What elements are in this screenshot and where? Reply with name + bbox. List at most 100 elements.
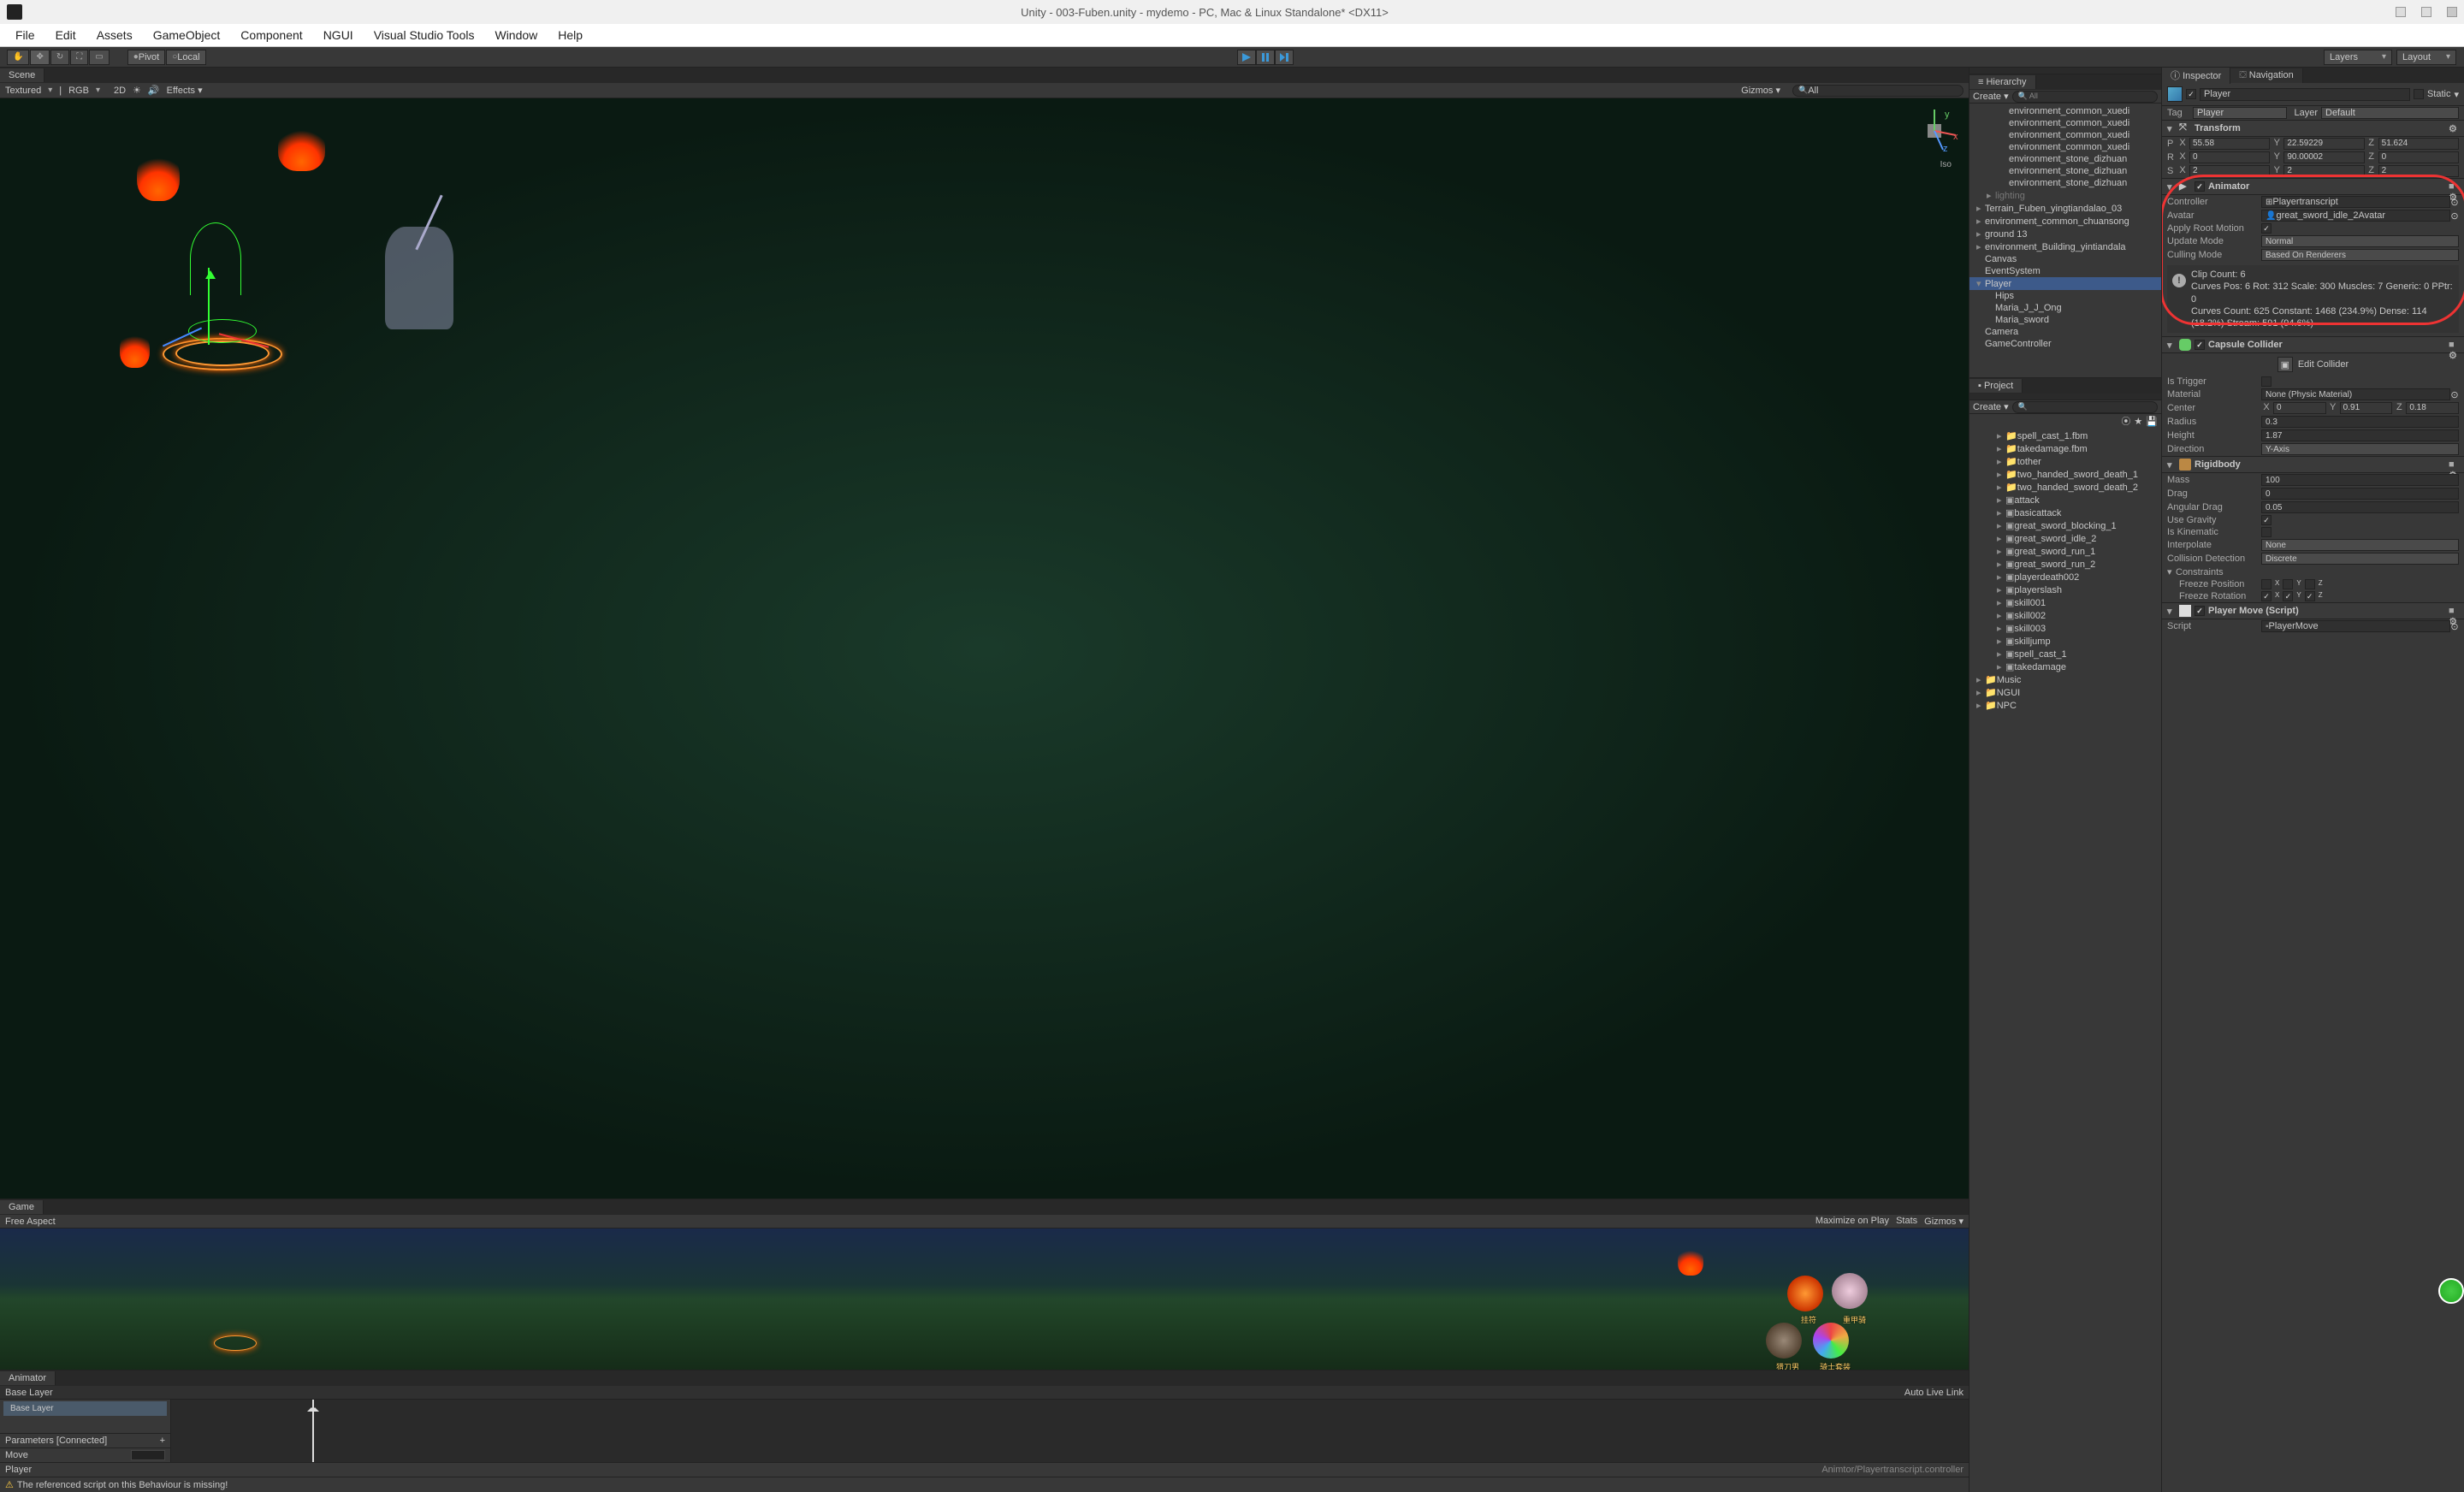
move-tool-icon[interactable]: ✥ xyxy=(30,50,49,65)
update-mode-dropdown[interactable]: Normal xyxy=(2261,235,2459,247)
scene-search[interactable]: 🔍 All xyxy=(1792,85,1964,97)
height-field[interactable]: 1.87 xyxy=(2261,429,2459,441)
rotate-tool-icon[interactable]: ↻ xyxy=(50,50,69,65)
local-toggle[interactable]: ○ Local xyxy=(166,50,205,65)
interpolate-dropdown[interactable]: None xyxy=(2261,539,2459,551)
scene-light-icon[interactable]: ☀ xyxy=(133,85,141,96)
game-stats[interactable]: Stats xyxy=(1896,1216,1917,1227)
scene-projection[interactable]: Iso xyxy=(1940,160,1952,169)
component-rigidbody[interactable]: ▾ Rigidbody ■ ⚙ xyxy=(2162,456,2464,473)
scene-color[interactable]: RGB xyxy=(68,86,89,96)
hierarchy-create[interactable]: Create ▾ xyxy=(1973,91,2009,102)
tab-hierarchy[interactable]: ≡ Hierarchy xyxy=(1969,75,2036,89)
layout-dropdown[interactable]: Layout ▾ xyxy=(2396,50,2456,65)
project-save-icon[interactable]: 💾 xyxy=(2146,416,2158,427)
rot-x[interactable]: 0 xyxy=(2189,151,2270,163)
tab-inspector[interactable]: ⓘ Inspector xyxy=(2162,68,2230,84)
avatar-field[interactable]: 👤 great_sword_idle_2Avatar xyxy=(2261,210,2450,222)
project-star-icon[interactable]: ★ xyxy=(2134,416,2142,427)
mass-field[interactable]: 100 xyxy=(2261,474,2459,486)
is-trigger-checkbox[interactable] xyxy=(2261,376,2272,387)
radius-field[interactable]: 0.3 xyxy=(2261,416,2459,428)
view-gizmo-icon[interactable]: yxz xyxy=(1909,105,1960,157)
parameters-header[interactable]: Parameters [Connected] xyxy=(5,1436,107,1446)
minimize-button[interactable] xyxy=(2396,7,2406,17)
console-preview[interactable]: ⚠ The referenced script on this Behaviou… xyxy=(0,1477,1969,1492)
controller-field[interactable]: ⊞ Playertranscript xyxy=(2261,196,2450,208)
scene-2d[interactable]: 2D xyxy=(114,86,126,96)
scene-audio-icon[interactable]: 🔊 xyxy=(148,85,160,96)
active-checkbox[interactable]: ✓ xyxy=(2186,89,2196,99)
scene-shading[interactable]: Textured xyxy=(5,86,41,96)
script-field[interactable]: ▪ PlayerMove xyxy=(2261,620,2450,632)
component-animator[interactable]: ▾ ▶ ✓ Animator ■ ⚙ xyxy=(2162,178,2464,195)
menu-gameobject[interactable]: GameObject xyxy=(145,25,229,45)
param-move[interactable]: Move xyxy=(5,1450,28,1460)
gear-icon[interactable]: ■ ⚙ xyxy=(2449,340,2459,350)
hierarchy-tree[interactable]: environment_common_xuedi environment_com… xyxy=(1969,104,2161,377)
root-motion-checkbox[interactable]: ✓ xyxy=(2261,223,2272,234)
game-aspect[interactable]: Free Aspect xyxy=(5,1217,56,1227)
collision-dropdown[interactable]: Discrete xyxy=(2261,553,2459,565)
menu-ngui[interactable]: NGUI xyxy=(315,25,362,45)
capsule-enabled-checkbox[interactable]: ✓ xyxy=(2194,340,2205,350)
menu-component[interactable]: Component xyxy=(232,25,311,45)
pivot-toggle[interactable]: ● Pivot xyxy=(127,50,166,65)
object-name-field[interactable]: Player xyxy=(2200,88,2410,101)
close-button[interactable] xyxy=(2447,7,2457,17)
hierarchy-search[interactable]: 🔍 All xyxy=(2012,91,2158,103)
component-capsule-collider[interactable]: ▾ ✓ Capsule Collider ■ ⚙ xyxy=(2162,336,2464,353)
gear-icon[interactable]: ■ ⚙ xyxy=(2449,181,2459,192)
tab-animator[interactable]: Animator xyxy=(0,1371,56,1385)
layers-dropdown[interactable]: Layers ▾ xyxy=(2324,50,2392,65)
animator-graph[interactable] xyxy=(171,1400,1969,1462)
auto-live-link[interactable]: Auto Live Link xyxy=(1904,1388,1964,1398)
step-button[interactable] xyxy=(1275,50,1294,65)
tag-dropdown[interactable]: Player xyxy=(2193,107,2287,119)
menu-vstools[interactable]: Visual Studio Tools xyxy=(365,25,483,45)
pos-x[interactable]: 55.58 xyxy=(2189,138,2270,150)
static-checkbox[interactable] xyxy=(2414,89,2424,99)
pause-button[interactable] xyxy=(1256,50,1275,65)
drag-field[interactable]: 0 xyxy=(2261,488,2459,500)
project-create[interactable]: Create ▾ xyxy=(1973,401,2009,412)
component-transform[interactable]: ▾ ⤧ Transform ⚙ xyxy=(2162,120,2464,137)
scale-tool-icon[interactable]: ⛶ xyxy=(70,50,88,65)
layer-dropdown[interactable]: Default xyxy=(2321,107,2459,119)
maximize-on-play[interactable]: Maximize on Play xyxy=(1815,1216,1889,1227)
angdrag-field[interactable]: 0.05 xyxy=(2261,501,2459,513)
tab-navigation[interactable]: ⛋ Navigation xyxy=(2230,68,2302,83)
edit-collider-button[interactable]: ▣ xyxy=(2277,357,2293,372)
tab-scene[interactable]: Scene xyxy=(0,68,44,82)
menu-help[interactable]: Help xyxy=(549,25,591,45)
menu-assets[interactable]: Assets xyxy=(88,25,141,45)
pos-z[interactable]: 51.624 xyxy=(2378,138,2459,150)
culling-mode-dropdown[interactable]: Based On Renderers xyxy=(2261,249,2459,261)
script-enabled-checkbox[interactable]: ✓ xyxy=(2194,606,2205,616)
game-gizmos[interactable]: Gizmos ▾ xyxy=(1924,1216,1964,1227)
phys-material-field[interactable]: None (Physic Material) xyxy=(2261,388,2450,400)
hand-tool-icon[interactable]: ✋ xyxy=(7,50,29,65)
menu-edit[interactable]: Edit xyxy=(47,25,85,45)
add-param-button[interactable]: + xyxy=(160,1436,165,1446)
project-tree[interactable]: ▸📁 spell_cast_1.fbm ▸📁 takedamage.fbm ▸📁… xyxy=(1969,428,2161,1492)
animator-enabled-checkbox[interactable]: ✓ xyxy=(2194,181,2205,192)
component-playermove[interactable]: ▾ ✓ Player Move (Script) ■ ⚙ xyxy=(2162,602,2464,619)
gear-icon[interactable]: ■ ⚙ xyxy=(2449,459,2459,470)
maximize-button[interactable] xyxy=(2421,7,2431,17)
gameobject-icon[interactable] xyxy=(2167,86,2183,102)
scl-y[interactable]: 2 xyxy=(2283,165,2364,177)
menu-file[interactable]: File xyxy=(7,25,44,45)
layer-baselayer[interactable]: Base Layer xyxy=(3,1401,167,1416)
tab-game[interactable]: Game xyxy=(0,1200,44,1214)
rot-y[interactable]: 90.00002 xyxy=(2283,151,2364,163)
scl-x[interactable]: 2 xyxy=(2189,165,2270,177)
gravity-checkbox[interactable]: ✓ xyxy=(2261,515,2272,525)
game-viewport[interactable]: 挂符 重甲骑 猎刀男 骑士套装 xyxy=(0,1229,1969,1370)
project-search[interactable]: 🔍 xyxy=(2012,401,2158,413)
rect-tool-icon[interactable]: ▭ xyxy=(89,50,109,65)
play-button[interactable] xyxy=(1237,50,1256,65)
scene-effects[interactable]: Effects ▾ xyxy=(167,85,203,96)
pos-y[interactable]: 22.59229 xyxy=(2283,138,2364,150)
kinematic-checkbox[interactable] xyxy=(2261,527,2272,537)
